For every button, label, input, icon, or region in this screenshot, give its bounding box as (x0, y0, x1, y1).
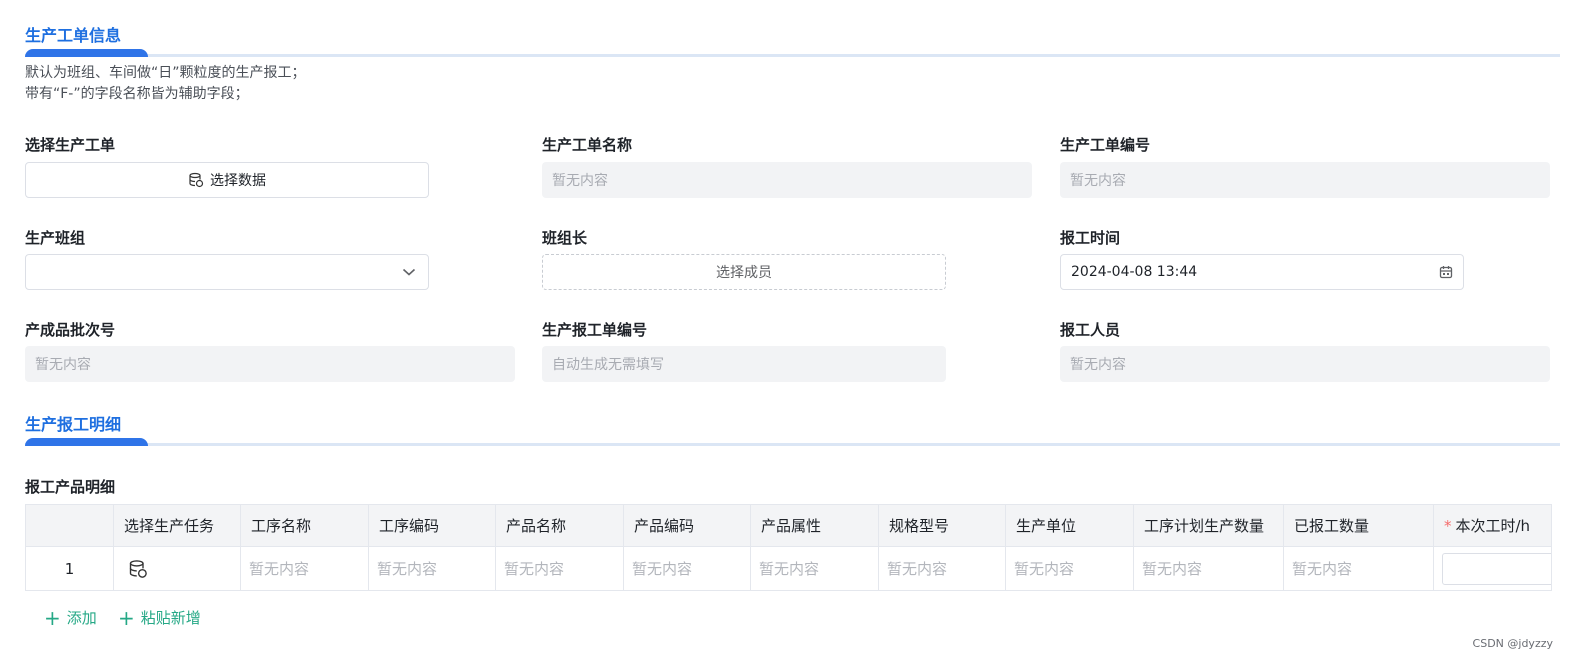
reporter-placeholder: 暂无内容 (1070, 357, 1126, 373)
table-row: 1 暂无内容 暂无内容 暂无内容 暂无内容 暂无内容 暂无内容 暂无内容 暂无内… (25, 546, 1552, 591)
plus-icon: + (118, 605, 135, 630)
reporter-label: 报工人员 (1060, 321, 1121, 339)
order-code-placeholder: 暂无内容 (1070, 173, 1126, 189)
order-name-placeholder: 暂无内容 (552, 173, 608, 189)
column-header: 生产单位 (1005, 504, 1134, 547)
column-header-label: 本次工时/h (1455, 517, 1531, 535)
column-header: 已报工数量 (1283, 504, 1434, 547)
table-header-row: 选择生产任务 工序名称 工序编码 产品名称 产品编码 产品属性 规格型号 生产单… (25, 504, 1552, 547)
calendar-icon (1439, 266, 1453, 279)
database-icon (129, 559, 147, 578)
select-member-button[interactable]: 选择成员 (542, 254, 946, 290)
order-name-field: 暂无内容 (542, 162, 1032, 198)
section-title: 生产报工明细 (25, 415, 122, 434)
column-header: 产品属性 (750, 504, 879, 547)
chevron-down-icon (402, 268, 416, 276)
batch-no-field: 暂无内容 (25, 346, 515, 382)
section-accent-bar (25, 49, 148, 57)
column-header: 产品编码 (623, 504, 751, 547)
database-icon (189, 172, 204, 188)
paste-add-label: 粘贴新增 (140, 609, 201, 627)
reporter-field: 暂无内容 (1060, 346, 1550, 382)
column-header: 工序编码 (368, 504, 496, 547)
work-hours-cell (1433, 546, 1552, 591)
plus-icon: + (44, 605, 61, 630)
table-cell: 暂无内容 (1283, 546, 1434, 591)
table-cell: 暂无内容 (1005, 546, 1134, 591)
table-cell: 暂无内容 (1133, 546, 1284, 591)
column-header-required: * 本次工时/h (1433, 504, 1552, 547)
work-hours-input[interactable] (1442, 552, 1551, 585)
team-select[interactable] (25, 254, 429, 290)
form-description: 默认为班组、车间做“日”颗粒度的生产报工； 带有“F-”的字段名称皆为辅助字段； (25, 63, 306, 105)
team-leader-label: 班组长 (542, 229, 588, 247)
batch-no-label: 产成品批次号 (25, 321, 116, 339)
table-cell: 暂无内容 (623, 546, 751, 591)
column-header: 工序计划生产数量 (1133, 504, 1284, 547)
description-line: 默认为班组、车间做“日”颗粒度的生产报工； (25, 65, 306, 81)
table-cell: 暂无内容 (240, 546, 369, 591)
section-header-order-info: 生产工单信息 (0, 20, 1560, 60)
add-row-button[interactable]: + 添加 (44, 607, 97, 628)
section-title: 生产工单信息 (25, 26, 122, 45)
report-code-label: 生产报工单编号 (542, 321, 648, 339)
section-divider (25, 54, 1560, 57)
description-line: 带有“F-”的字段名称皆为辅助字段； (25, 86, 249, 102)
required-asterisk: * (1444, 517, 1452, 535)
table-cell: 暂无内容 (750, 546, 879, 591)
column-header: 选择生产任务 (113, 504, 241, 547)
select-data-label: 选择数据 (210, 173, 266, 189)
section-header-report-detail: 生产报工明细 (0, 410, 1560, 450)
detail-table: 选择生产任务 工序名称 工序编码 产品名称 产品编码 产品属性 规格型号 生产单… (25, 504, 1552, 591)
column-header: 工序名称 (240, 504, 369, 547)
select-task-button[interactable] (113, 546, 241, 591)
table-cell: 暂无内容 (878, 546, 1006, 591)
table-cell: 暂无内容 (368, 546, 496, 591)
report-time-picker[interactable]: 2024-04-08 13:44 (1060, 254, 1464, 290)
select-data-button[interactable]: 选择数据 (25, 162, 429, 198)
batch-no-placeholder: 暂无内容 (35, 357, 91, 373)
order-code-label: 生产工单编号 (1060, 136, 1151, 154)
select-member-label: 选择成员 (716, 265, 772, 281)
team-label: 生产班组 (25, 229, 86, 247)
column-header (25, 504, 114, 547)
column-header: 规格型号 (878, 504, 1006, 547)
detail-table-label: 报工产品明细 (25, 478, 116, 496)
add-row-label: 添加 (66, 609, 97, 627)
select-order-label: 选择生产工单 (25, 136, 116, 154)
column-header: 产品名称 (495, 504, 624, 547)
report-code-placeholder: 自动生成无需填写 (552, 357, 664, 373)
paste-add-button[interactable]: + 粘贴新增 (118, 607, 201, 628)
order-code-field: 暂无内容 (1060, 162, 1550, 198)
report-time-label: 报工时间 (1060, 229, 1121, 247)
watermark: CSDN @jdyzzy (1472, 637, 1553, 650)
table-cell: 暂无内容 (495, 546, 624, 591)
section-divider (25, 443, 1560, 446)
section-accent-bar (25, 438, 148, 446)
report-time-value: 2024-04-08 13:44 (1071, 264, 1198, 280)
report-code-field: 自动生成无需填写 (542, 346, 946, 382)
order-name-label: 生产工单名称 (542, 136, 633, 154)
row-index: 1 (25, 546, 114, 591)
